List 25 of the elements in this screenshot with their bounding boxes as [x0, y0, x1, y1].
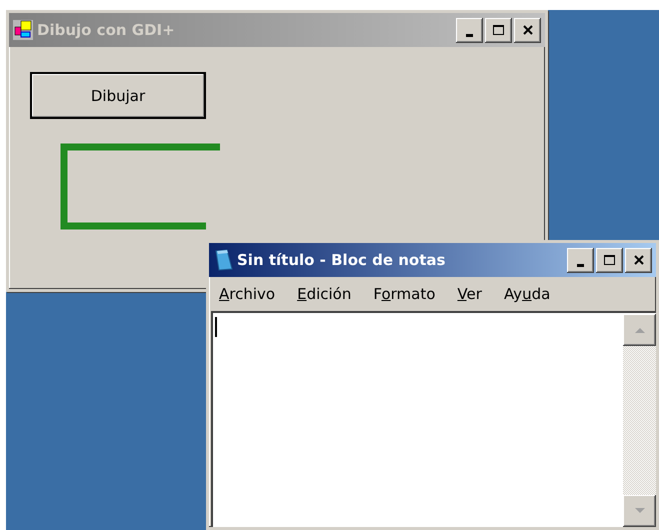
vertical-scrollbar[interactable] — [623, 314, 656, 527]
minimize-button[interactable] — [567, 248, 594, 272]
window-title: Dibujo con GDI+ — [37, 21, 176, 39]
menu-item[interactable]: Archivo — [219, 285, 276, 303]
notepad-icon — [213, 249, 233, 271]
maximize-icon — [604, 255, 615, 265]
draw-button[interactable]: Dibujar — [30, 72, 206, 119]
window-title: Sin título - Bloc de notas — [237, 251, 446, 269]
menu-item[interactable]: Ver — [457, 285, 482, 303]
close-button[interactable] — [625, 248, 652, 272]
close-icon — [634, 255, 644, 265]
maximize-button[interactable] — [596, 248, 623, 272]
maximize-icon — [493, 25, 504, 35]
text-cursor — [215, 317, 217, 337]
scroll-down-button[interactable] — [623, 495, 656, 527]
close-icon — [522, 25, 532, 35]
menu-item[interactable]: Edición — [297, 285, 352, 303]
menu-item[interactable]: Formato — [373, 285, 436, 303]
scroll-up-button[interactable] — [623, 314, 656, 346]
app-icon — [13, 20, 33, 40]
minimize-icon — [466, 34, 473, 36]
minimize-icon — [577, 264, 584, 266]
menu-item[interactable]: Ayuda — [504, 285, 550, 303]
down-arrow-icon — [634, 507, 646, 515]
up-arrow-icon — [634, 326, 646, 334]
